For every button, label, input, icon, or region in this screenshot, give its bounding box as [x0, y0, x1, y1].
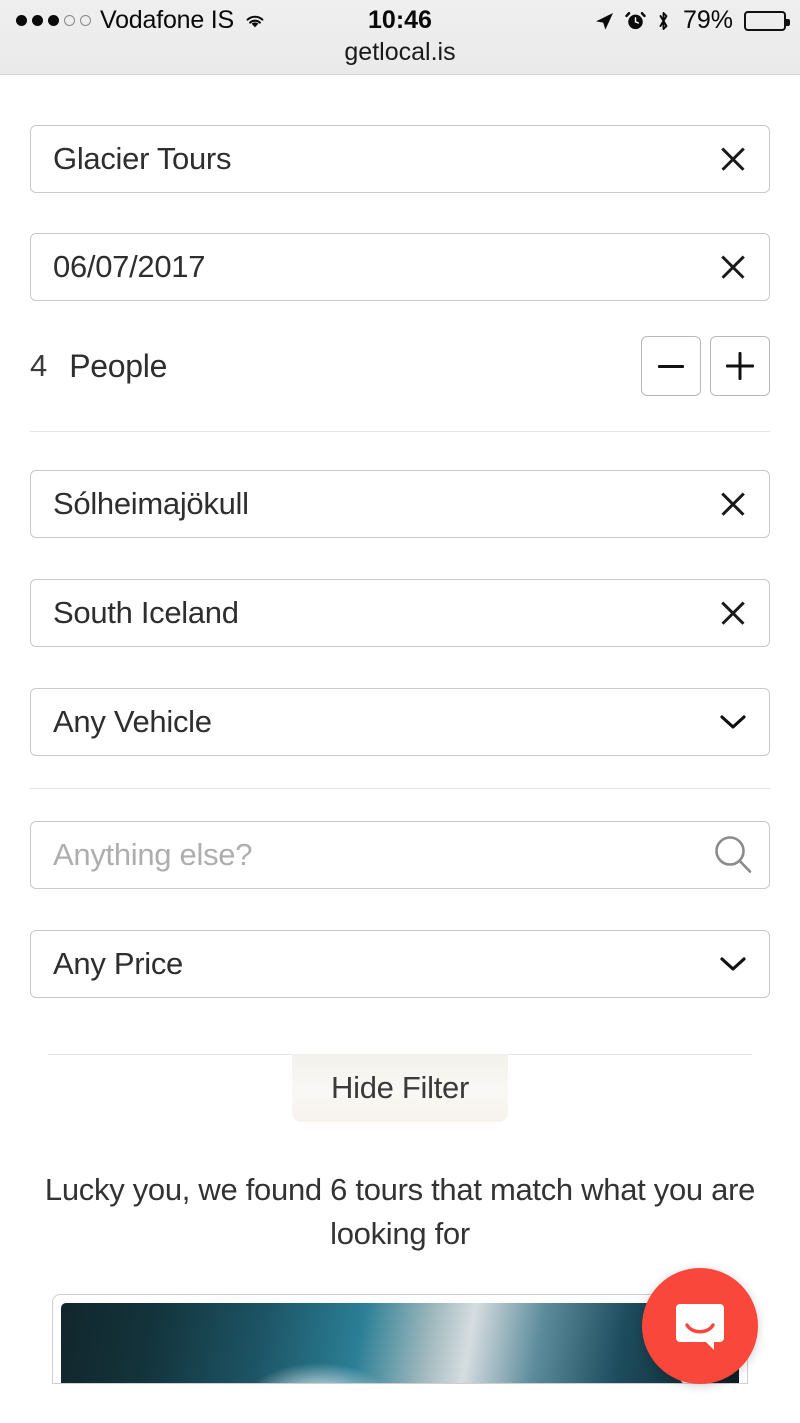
price-dropdown-button[interactable] [697, 931, 769, 997]
page-url-label: getlocal.is [344, 38, 456, 66]
region-field[interactable]: South Iceland [30, 579, 770, 647]
search-icon [715, 836, 752, 873]
date-clear-button[interactable] [697, 234, 769, 300]
tour-type-clear-button[interactable] [697, 126, 769, 192]
tour-type-value: Glacier Tours [53, 141, 232, 176]
search-input-placeholder: Anything else? [53, 837, 253, 872]
region-value: South Iceland [53, 595, 239, 630]
tour-card-image [61, 1303, 739, 1383]
date-value: 06/07/2017 [53, 249, 206, 284]
location-value: Sólheimajökull [53, 486, 249, 521]
bluetooth-icon [656, 10, 671, 32]
tour-type-field[interactable]: Glacier Tours [30, 125, 770, 193]
status-bar-row: Vodafone IS 10:46 79% [0, 0, 800, 42]
intercom-launcher-button[interactable] [642, 1268, 758, 1384]
close-icon [720, 491, 746, 517]
close-icon [720, 146, 746, 172]
hide-filter-label: Hide Filter [331, 1070, 469, 1105]
date-field[interactable]: 06/07/2017 [30, 233, 770, 301]
battery-percent-label: 79% [682, 6, 733, 34]
vehicle-select[interactable]: Any Vehicle [30, 688, 770, 756]
people-decrement-button[interactable] [641, 336, 701, 396]
people-increment-button[interactable] [710, 336, 770, 396]
filter-toggle-section: Hide Filter [0, 1036, 800, 1146]
chevron-down-icon [720, 715, 746, 729]
hide-filter-button[interactable]: Hide Filter [292, 1054, 508, 1122]
close-icon [720, 600, 746, 626]
battery-icon [744, 10, 790, 31]
status-bar-right: 79% [593, 6, 790, 35]
alarm-clock-icon [625, 10, 646, 31]
status-bar: Vodafone IS 10:46 79% getlocal.is [0, 0, 800, 75]
close-icon [720, 254, 746, 280]
location-field[interactable]: Sólheimajökull [30, 470, 770, 538]
quantity-stepper [641, 336, 770, 396]
minus-icon [658, 364, 684, 368]
results-message: Lucky you, we found 6 tours that match w… [44, 1172, 756, 1251]
vehicle-value: Any Vehicle [53, 704, 212, 739]
price-select[interactable]: Any Price [30, 930, 770, 998]
people-count-value: 4 [30, 348, 48, 383]
price-value: Any Price [53, 946, 183, 981]
people-stepper-row: 4 People [30, 323, 770, 409]
mobile-browser-page: Vodafone IS 10:46 79% getlocal.is Glacie… [0, 0, 800, 1423]
chevron-down-icon [720, 957, 746, 971]
chat-bubble-icon [676, 1304, 724, 1350]
search-button[interactable] [697, 822, 769, 888]
keyword-search-field[interactable]: Anything else? [30, 821, 770, 889]
location-arrow-icon [593, 10, 615, 32]
filter-panel: Glacier Tours 06/07/2017 4 People Sólhei… [0, 75, 800, 1384]
people-label: People [69, 347, 168, 384]
region-clear-button[interactable] [697, 580, 769, 646]
plus-icon [726, 352, 754, 380]
vehicle-dropdown-button[interactable] [697, 689, 769, 755]
location-clear-button[interactable] [697, 471, 769, 537]
